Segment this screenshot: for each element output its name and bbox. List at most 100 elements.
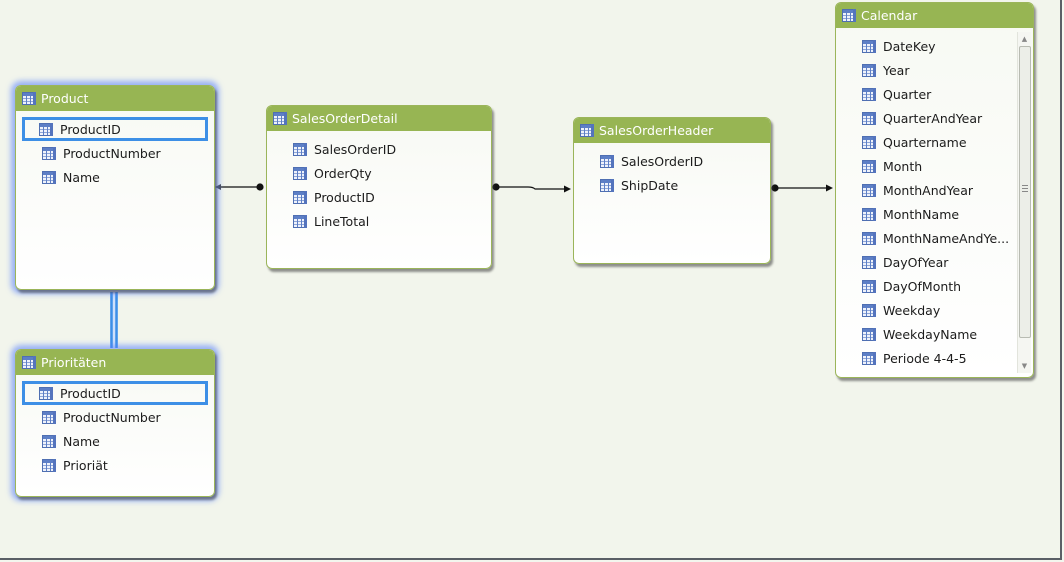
- column-icon: [39, 386, 53, 400]
- column-item[interactable]: ShipDate: [580, 173, 764, 197]
- table-header[interactable]: Prioritäten: [16, 350, 214, 375]
- relationship-salesorderdetail-product[interactable]: [215, 183, 264, 191]
- table-name: SalesOrderHeader: [599, 123, 714, 138]
- column-item[interactable]: DateKey: [842, 34, 1027, 58]
- column-item[interactable]: ProductID: [273, 185, 485, 209]
- column-item[interactable]: SalesOrderID: [273, 137, 485, 161]
- column-icon: [42, 170, 56, 184]
- column-label: MonthAndYear: [883, 182, 974, 198]
- column-icon: [862, 63, 876, 77]
- column-item[interactable]: Weekday: [842, 298, 1027, 322]
- column-icon: [42, 410, 56, 424]
- column-icon: [39, 122, 53, 136]
- table-header[interactable]: Calendar: [836, 3, 1033, 28]
- column-label: Name: [63, 169, 100, 185]
- table-header[interactable]: SalesOrderDetail: [267, 106, 491, 131]
- column-list: DateKey Year Quarter QuarterAndYear Quar…: [836, 28, 1033, 369]
- column-icon: [862, 327, 876, 341]
- column-item[interactable]: MonthAndYear: [842, 178, 1027, 202]
- column-item[interactable]: ProductID: [22, 117, 208, 141]
- relationship-salesorderheader-calendar[interactable]: [771, 184, 833, 192]
- column-item[interactable]: Month: [842, 154, 1027, 178]
- table-salesorderheader[interactable]: SalesOrderHeader SalesOrderID ShipDate: [573, 117, 771, 264]
- table-icon: [22, 356, 36, 369]
- column-label: WeekdayName: [883, 326, 978, 342]
- column-label: DayOfMonth: [883, 278, 962, 294]
- column-item[interactable]: Year: [842, 58, 1027, 82]
- column-label: QuarterAndYear: [883, 110, 983, 126]
- column-icon: [862, 255, 876, 269]
- column-label: Name: [63, 433, 100, 449]
- column-item[interactable]: OrderQty: [273, 161, 485, 185]
- column-label: Periode 4-4-5: [883, 350, 967, 366]
- column-label: Prioriät: [63, 457, 108, 473]
- table-header[interactable]: SalesOrderHeader: [574, 118, 770, 143]
- table-header[interactable]: Product: [16, 86, 214, 111]
- column-icon: [293, 214, 307, 228]
- grip-icon: [1022, 185, 1028, 192]
- column-item[interactable]: MonthNameAndYe...: [842, 226, 1027, 250]
- column-item[interactable]: MonthName: [842, 202, 1027, 226]
- scrollbar-thumb[interactable]: [1019, 46, 1031, 338]
- table-name: Prioritäten: [41, 355, 107, 370]
- column-label: Year: [883, 62, 910, 78]
- diagram-canvas[interactable]: Product ProductID ProductNumber Name Pri…: [0, 0, 1062, 560]
- column-icon: [862, 39, 876, 53]
- column-icon: [862, 303, 876, 317]
- column-label: DayOfYear: [883, 254, 949, 270]
- vertical-scrollbar[interactable]: ▲ ▼: [1017, 32, 1031, 373]
- column-label: MonthNameAndYe...: [883, 230, 1010, 246]
- column-label: ProductID: [60, 121, 121, 137]
- table-icon: [273, 112, 287, 125]
- table-salesorderdetail[interactable]: SalesOrderDetail SalesOrderID OrderQty P…: [266, 105, 492, 269]
- column-item[interactable]: Name: [22, 165, 208, 189]
- column-icon: [862, 351, 876, 365]
- column-icon: [42, 146, 56, 160]
- table-prioritaeten[interactable]: Prioritäten ProductID ProductNumber Name…: [15, 349, 215, 497]
- column-item[interactable]: Quartername: [842, 130, 1027, 154]
- column-label: ProductID: [314, 189, 375, 205]
- column-icon: [600, 178, 614, 192]
- column-item[interactable]: DayOfYear: [842, 250, 1027, 274]
- column-item[interactable]: Periode 4-4-5: [842, 346, 1027, 369]
- column-item[interactable]: ProductNumber: [22, 405, 208, 429]
- column-label: MonthName: [883, 206, 960, 222]
- column-icon: [862, 183, 876, 197]
- column-item[interactable]: Prioriät: [22, 453, 208, 477]
- relationship-salesorderdetail-salesorderheader[interactable]: [492, 183, 571, 193]
- column-label: Weekday: [883, 302, 941, 318]
- table-product[interactable]: Product ProductID ProductNumber Name: [15, 85, 215, 290]
- column-icon: [293, 190, 307, 204]
- column-item[interactable]: Quarter: [842, 82, 1027, 106]
- scroll-down-arrow-icon[interactable]: ▼: [1018, 359, 1031, 373]
- column-icon: [42, 434, 56, 448]
- column-item[interactable]: ProductID: [22, 381, 208, 405]
- column-item[interactable]: LineTotal: [273, 209, 485, 233]
- column-item[interactable]: DayOfMonth: [842, 274, 1027, 298]
- column-icon: [862, 111, 876, 125]
- column-icon: [862, 207, 876, 221]
- column-icon: [862, 159, 876, 173]
- column-label: ShipDate: [621, 177, 679, 193]
- column-item[interactable]: QuarterAndYear: [842, 106, 1027, 130]
- column-item[interactable]: Name: [22, 429, 208, 453]
- column-label: SalesOrderID: [314, 141, 397, 157]
- column-icon: [862, 231, 876, 245]
- column-label: ProductNumber: [63, 145, 161, 161]
- column-icon: [862, 87, 876, 101]
- column-icon: [862, 279, 876, 293]
- relationship-prioritaeten-product[interactable]: [110, 292, 118, 348]
- column-label: Month: [883, 158, 923, 174]
- table-name: Calendar: [861, 8, 918, 23]
- column-label: LineTotal: [314, 213, 370, 229]
- column-item[interactable]: ProductNumber: [22, 141, 208, 165]
- column-item[interactable]: SalesOrderID: [580, 149, 764, 173]
- column-icon: [293, 142, 307, 156]
- column-icon: [862, 135, 876, 149]
- column-icon: [600, 154, 614, 168]
- table-icon: [580, 124, 594, 137]
- scroll-up-arrow-icon[interactable]: ▲: [1018, 32, 1031, 46]
- table-calendar[interactable]: Calendar DateKey Year Quarter QuarterAnd…: [835, 2, 1034, 378]
- column-item[interactable]: WeekdayName: [842, 322, 1027, 346]
- column-label: ProductID: [60, 385, 121, 401]
